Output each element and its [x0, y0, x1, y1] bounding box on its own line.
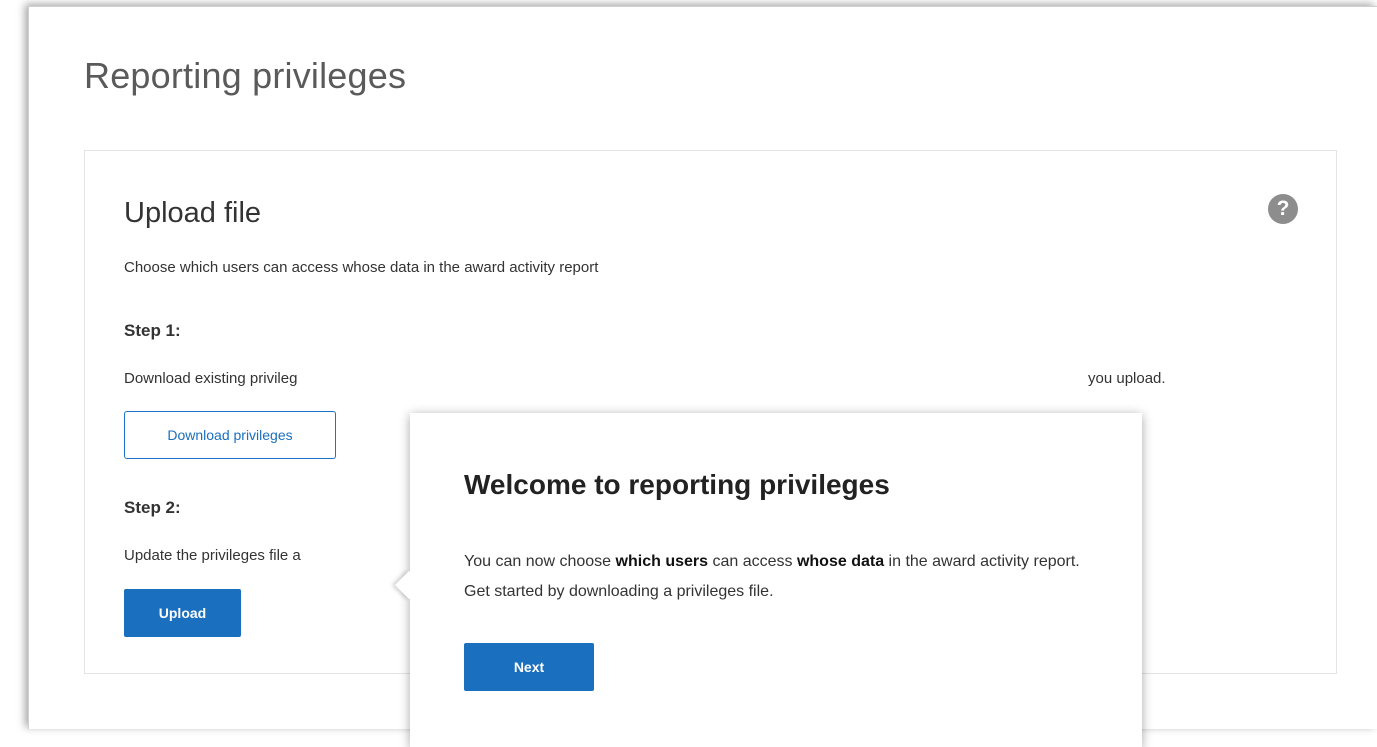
- popover-title: Welcome to reporting privileges: [464, 469, 890, 500]
- upload-button[interactable]: Upload: [124, 589, 241, 637]
- popover-body-text: can access: [708, 553, 797, 570]
- popover-body-text: You can now choose: [464, 553, 616, 570]
- welcome-popover: Welcome to reporting privileges You can …: [394, 413, 1142, 747]
- help-icon[interactable]: ?: [1268, 194, 1298, 224]
- popover-body-bold-users: which users: [615, 553, 709, 570]
- app-window: Reporting privileges ? Upload file Choos…: [28, 6, 1377, 747]
- step1-text-tail: you upload.: [1088, 370, 1166, 387]
- step1-heading: Step 1:: [124, 321, 181, 340]
- step2-text: Update the privileges file a: [124, 547, 301, 564]
- popover-body: You can now choose which users can acces…: [464, 547, 1104, 607]
- popover-body-bold-data: whose data: [796, 553, 885, 570]
- step1-text: Download existing privileg: [124, 370, 298, 387]
- step2-heading: Step 2:: [124, 498, 181, 517]
- card-title: Upload file: [124, 197, 262, 229]
- upload-file-card: ? Upload file Choose which users can acc…: [84, 150, 1337, 747]
- page-title: Reporting privileges: [84, 55, 407, 96]
- next-button[interactable]: Next: [464, 643, 594, 691]
- download-privileges-button[interactable]: Download privileges: [124, 411, 336, 459]
- card-description: Choose which users can access whose data…: [124, 259, 599, 276]
